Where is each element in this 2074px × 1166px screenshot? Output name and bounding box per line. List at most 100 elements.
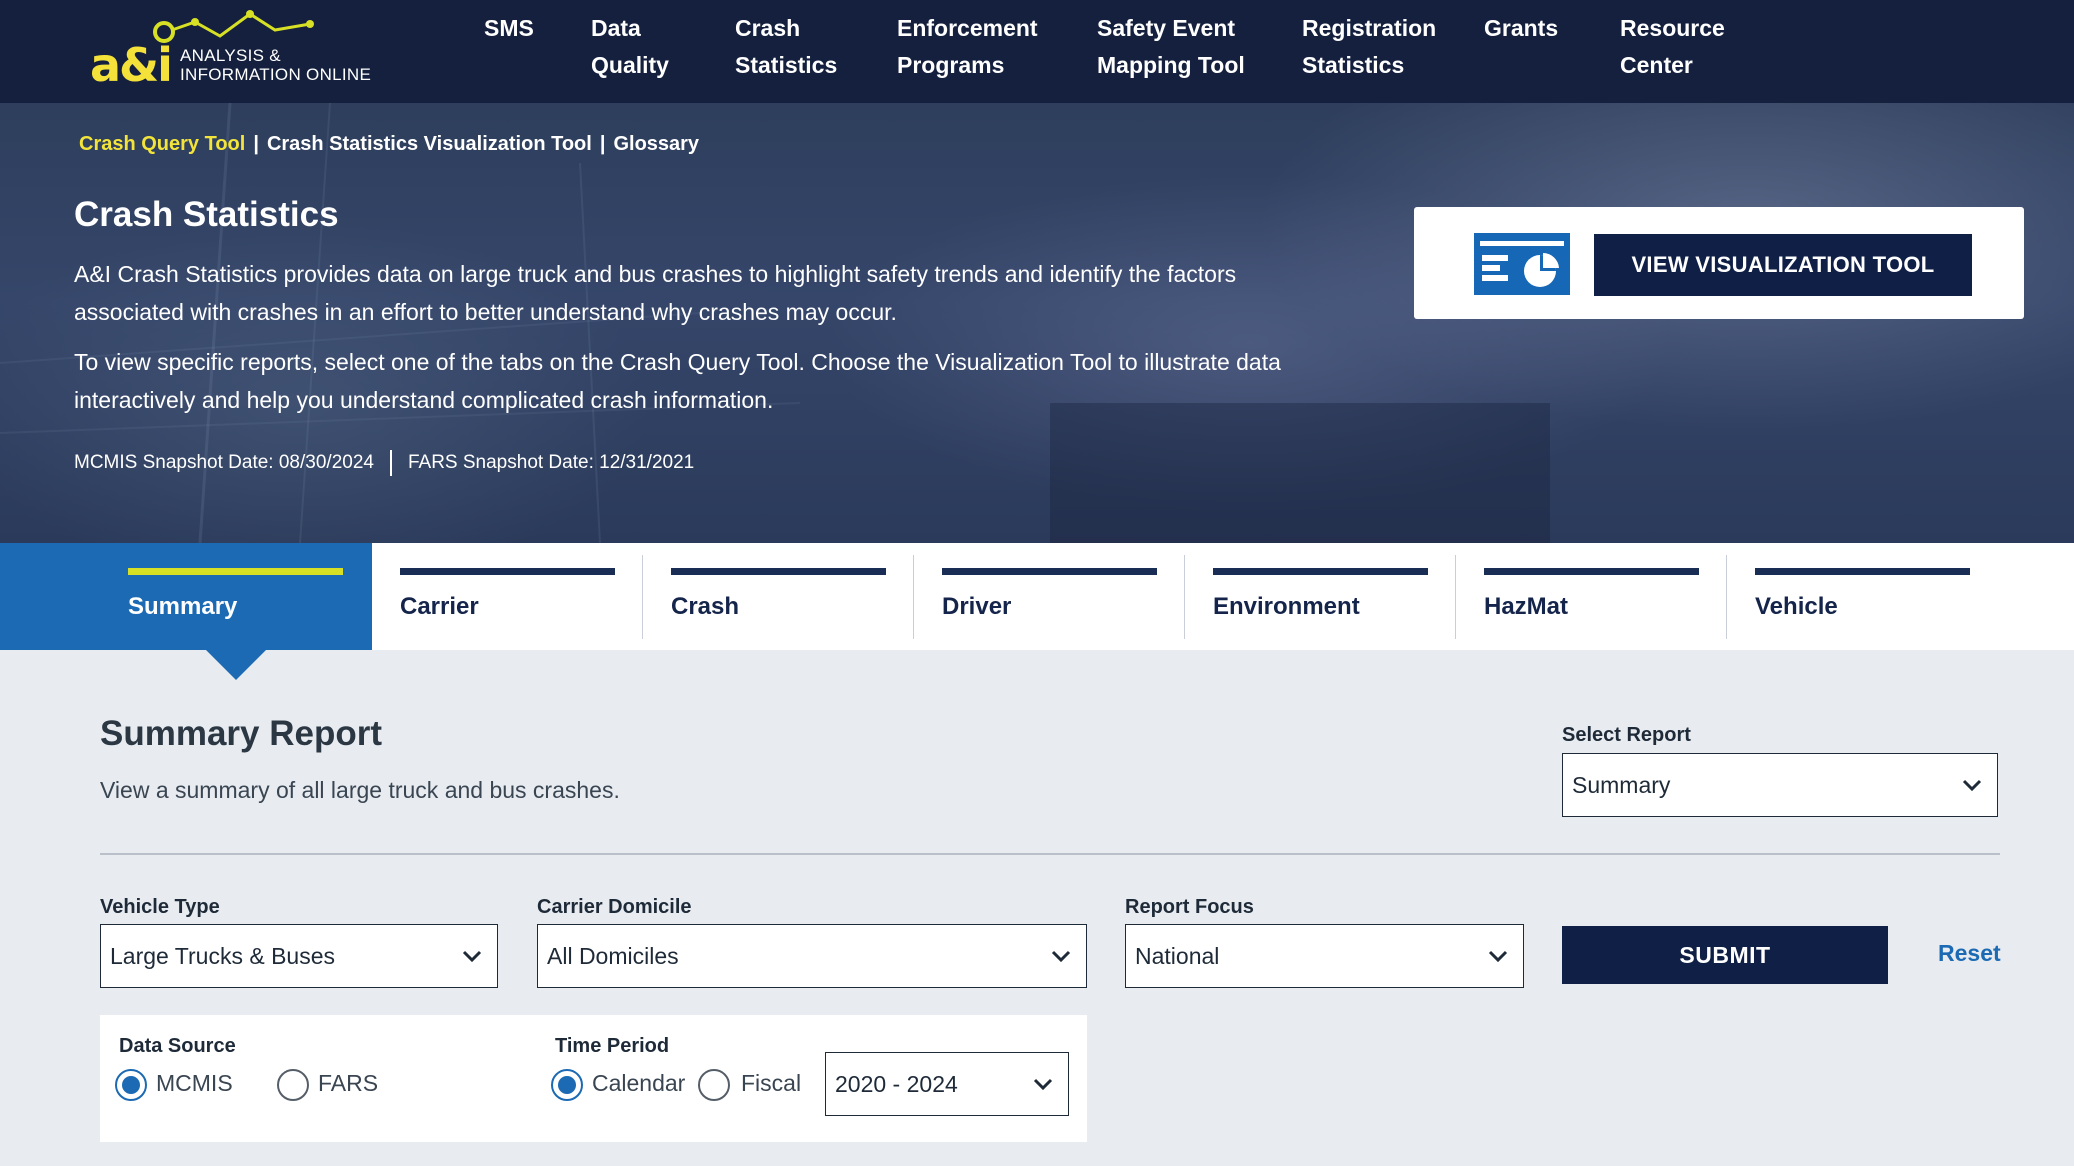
tab-label: HazMat — [1484, 593, 1569, 620]
vehicle-type-dropdown[interactable]: Large Trucks & Buses — [100, 924, 498, 988]
year-range-dropdown[interactable]: 2020 - 2024 — [825, 1052, 1069, 1116]
nav-item-sms[interactable]: SMS — [484, 10, 534, 47]
report-title: Summary Report — [100, 714, 383, 753]
radio-fars[interactable] — [277, 1069, 309, 1101]
carrier-domicile-dropdown[interactable]: All Domiciles — [537, 924, 1087, 988]
nav-item-label: Safety Event — [1097, 15, 1236, 41]
chevron-down-icon — [1488, 950, 1508, 963]
tab-environment[interactable]: Environment — [1185, 543, 1456, 650]
data-source-label: Data Source — [119, 1035, 236, 1057]
radio-fiscal-label[interactable]: Fiscal — [741, 1070, 801, 1097]
nav-item-label: Registration — [1302, 15, 1437, 41]
tab-indicator — [1484, 568, 1699, 575]
chevron-down-icon — [462, 950, 482, 963]
nav-item-label: Resource — [1620, 15, 1725, 41]
visualization-tool-card: VIEW VISUALIZATION TOOL — [1414, 207, 2024, 319]
tab-label: Vehicle — [1755, 593, 1838, 620]
tab-indicator — [400, 568, 615, 575]
year-range-value: 2020 - 2024 — [835, 1070, 958, 1097]
ai-logo[interactable]: a&i ANALYSIS & INFORMATION ONLINE — [90, 10, 400, 92]
tab-indicator — [671, 568, 886, 575]
chart-dashboard-icon — [1474, 233, 1570, 295]
logo-swoosh-icon — [153, 10, 314, 43]
radio-fars-label[interactable]: FARS — [318, 1070, 378, 1097]
hero-instructions: To view specific reports, select one of … — [74, 349, 1281, 413]
tab-driver[interactable]: Driver — [914, 543, 1185, 650]
submit-button[interactable]: SUBMIT — [1562, 926, 1888, 984]
tab-indicator — [1755, 568, 1970, 575]
fars-snapshot-date: FARS Snapshot Date: 12/31/2021 — [407, 452, 695, 474]
radio-mcmis-label[interactable]: MCMIS — [156, 1070, 233, 1097]
logo-line-1: ANALYSIS & — [180, 46, 281, 65]
tab-vehicle[interactable]: Vehicle — [1727, 543, 1998, 650]
tab-summary[interactable]: Summary — [0, 543, 372, 650]
nav-item-label: Mapping Tool — [1097, 52, 1245, 78]
report-tabs: Summary Carrier Crash Driver Environment… — [0, 543, 2074, 650]
nav-item-registration-statistics[interactable]: Registration Statistics — [1302, 10, 1436, 84]
select-report-value: Summary — [1572, 771, 1671, 798]
tab-label: Summary — [128, 593, 238, 620]
nav-item-label: Grants — [1484, 15, 1559, 41]
nav-item-label: Statistics — [735, 52, 838, 78]
breadcrumb-separator: | — [599, 133, 606, 155]
tab-indicator — [1213, 568, 1428, 575]
snapshot-dates: MCMIS Snapshot Date: 08/30/2024 FARS Snap… — [74, 450, 694, 476]
chevron-down-icon — [1962, 779, 1982, 792]
report-focus-dropdown[interactable]: National — [1125, 924, 1524, 988]
nav-item-label: Crash — [735, 15, 801, 41]
tab-carrier[interactable]: Carrier — [372, 543, 643, 650]
reset-link[interactable]: Reset — [1938, 940, 2001, 967]
view-visualization-tool-button[interactable]: VIEW VISUALIZATION TOOL — [1594, 234, 1972, 296]
logo-mark: a&i — [90, 38, 173, 92]
section-divider — [100, 853, 2000, 855]
tab-label: Crash — [671, 593, 740, 620]
nav-item-safety-event-mapping-tool[interactable]: Safety Event Mapping Tool — [1097, 10, 1245, 84]
report-focus-value: National — [1135, 942, 1220, 969]
vehicle-type-value: Large Trucks & Buses — [110, 942, 335, 969]
nav-item-crash-statistics[interactable]: Crash Statistics — [735, 10, 868, 111]
nav-item-label: SMS — [484, 15, 534, 41]
nav-item-label: Enforcement — [897, 15, 1038, 41]
active-tab-pointer — [206, 650, 266, 680]
radio-calendar[interactable] — [551, 1069, 583, 1101]
radio-mcmis[interactable] — [115, 1069, 147, 1101]
nav-item-label: Data — [591, 15, 641, 41]
nav-item-data-quality[interactable]: Data Quality — [591, 10, 669, 84]
page-title: Crash Statistics — [74, 195, 339, 234]
carrier-domicile-value: All Domiciles — [547, 942, 679, 969]
nav-item-label: Quality — [591, 52, 669, 78]
nav-item-label: Statistics — [1302, 52, 1405, 78]
report-options-panel: Data Source MCMIS FARS Time Period Calen… — [100, 1015, 1087, 1142]
tab-crash[interactable]: Crash — [643, 543, 914, 650]
carrier-domicile-label: Carrier Domicile — [537, 896, 692, 918]
report-description: View a summary of all large truck and bu… — [100, 777, 620, 803]
breadcrumb-glossary[interactable]: Glossary — [613, 133, 699, 155]
breadcrumb-separator: | — [253, 133, 259, 155]
breadcrumb-crash-query-tool[interactable]: Crash Query Tool — [79, 133, 245, 155]
hero-description: A&I Crash Statistics provides data on la… — [74, 261, 1237, 325]
radio-calendar-label[interactable]: Calendar — [592, 1070, 685, 1097]
nav-item-label: Programs — [897, 52, 1005, 78]
snapshot-divider — [389, 450, 392, 476]
tab-indicator — [128, 568, 343, 575]
tab-label: Environment — [1213, 593, 1360, 620]
time-period-label: Time Period — [555, 1035, 670, 1057]
select-report-label: Select Report — [1562, 724, 1691, 746]
nav-item-label: Center — [1620, 52, 1693, 78]
nav-item-resource-center[interactable]: Resource Center — [1620, 10, 1725, 84]
hero-banner: Crash Query Tool | Crash Statistics Visual… — [0, 103, 2074, 543]
nav-item-grants[interactable]: Grants — [1484, 10, 1558, 47]
tab-indicator — [942, 568, 1157, 575]
tab-label: Carrier — [400, 593, 479, 620]
logo-wordmark: ANALYSIS & INFORMATION ONLINE — [180, 46, 371, 84]
breadcrumb-visualization-tool[interactable]: Crash Statistics Visualization Tool — [267, 133, 592, 155]
report-focus-label: Report Focus — [1125, 896, 1254, 918]
tab-label: Driver — [942, 593, 1012, 620]
nav-item-enforcement-programs[interactable]: Enforcement Programs — [897, 10, 1038, 84]
select-report-dropdown[interactable]: Summary — [1562, 753, 1998, 817]
mcmis-snapshot-date: MCMIS Snapshot Date: 08/30/2024 — [74, 452, 374, 474]
tab-hazmat[interactable]: HazMat — [1456, 543, 1727, 650]
vehicle-type-label: Vehicle Type — [100, 896, 220, 918]
chevron-down-icon — [1033, 1078, 1053, 1091]
radio-fiscal[interactable] — [698, 1069, 730, 1101]
